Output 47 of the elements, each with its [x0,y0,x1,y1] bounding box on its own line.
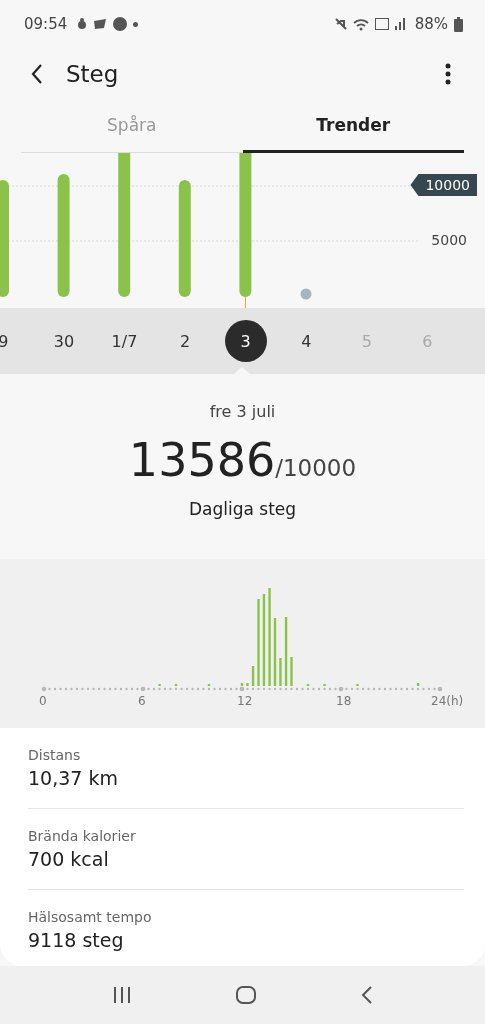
goal-badge: 10000 [410,174,477,196]
step-goal: /10000 [275,455,357,481]
bar [284,617,288,686]
axis-label: 5000 [431,232,467,248]
dot-icon [133,21,139,27]
recent-apps-icon[interactable] [112,987,131,1003]
selected-date: fre 3 juli [209,402,276,421]
back-icon[interactable] [30,63,44,85]
axis-label: 6 [138,694,146,708]
step-caption: Dagliga steg [188,499,297,519]
axis-label: 0 [39,694,47,708]
back-nav-icon[interactable] [360,986,373,1004]
battery-icon [454,16,463,32]
date-item[interactable]: 30 [42,320,85,362]
bar [246,683,249,686]
step-count: 13586 [128,433,276,487]
axis-label: 24(h) [431,694,464,708]
stat-label: Brända kalorier [28,828,137,844]
stat-label: Hälsosamt tempo [28,909,153,925]
axis-label: 18 [336,694,352,708]
stat-value: 10,37 km [28,767,119,789]
page-title: Steg [66,61,119,87]
notification-icon [113,17,128,31]
date-item[interactable]: 1/7 [103,320,146,362]
stat-label: Distans [28,747,82,763]
date-item[interactable]: 2 [164,320,207,362]
bar [279,658,282,686]
bar [273,618,277,686]
more-options-icon[interactable] [445,63,451,85]
bar [290,657,293,686]
date-item[interactable]: 3 [224,320,267,362]
stat-value: 9118 steg [28,929,125,951]
mute-icon [334,18,347,30]
notification-icon [77,18,88,30]
home-icon[interactable] [235,986,256,1004]
date-item[interactable]: 4 [285,320,328,362]
date-item[interactable]: 9 [0,320,25,362]
axis-label: 12 [237,694,253,708]
battery-level: 88% [414,15,448,33]
status-time: 09:54 [24,15,68,33]
tab[interactable]: Trender [242,100,464,153]
bar [416,683,420,686]
bar [251,666,255,686]
signal-icon [394,18,405,30]
wifi-icon [352,17,369,31]
empty-day-dot [300,288,312,300]
stat-value: 700 kcal [28,848,110,870]
